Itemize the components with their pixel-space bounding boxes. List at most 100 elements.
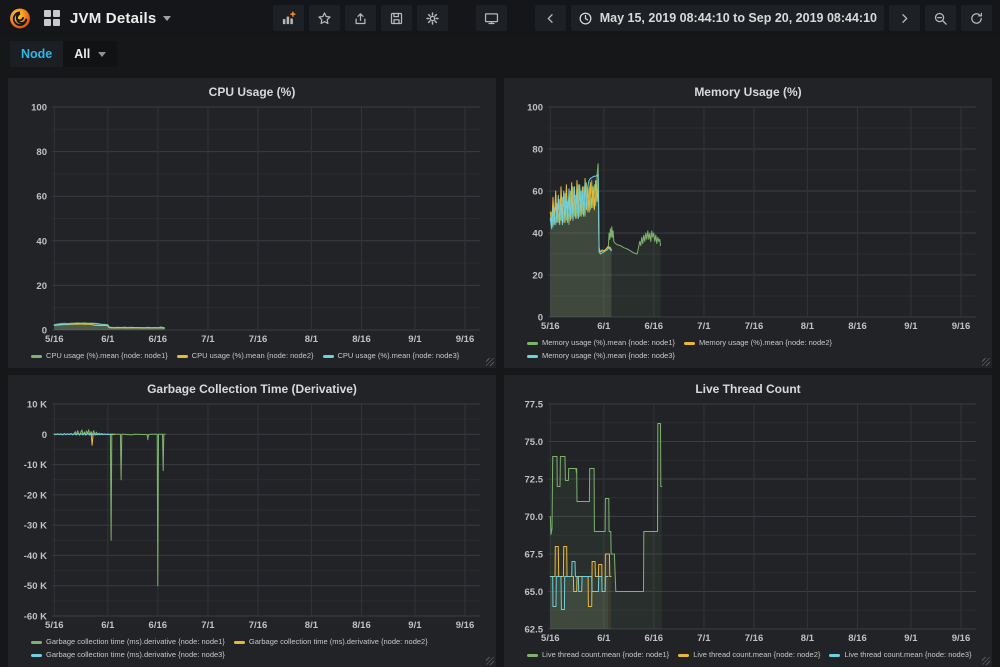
legend-series-swatch bbox=[527, 342, 538, 345]
chevron-right-icon bbox=[897, 11, 912, 26]
legend-series-label: Garbage collection time (ms).derivative … bbox=[46, 636, 225, 648]
add-panel-icon bbox=[281, 11, 296, 26]
star-button[interactable] bbox=[309, 5, 340, 31]
svg-text:9/16: 9/16 bbox=[456, 334, 475, 345]
monitor-icon bbox=[484, 11, 499, 26]
add-panel-button[interactable] bbox=[273, 5, 304, 31]
svg-text:7/16: 7/16 bbox=[249, 620, 268, 631]
svg-text:6/16: 6/16 bbox=[149, 620, 168, 631]
star-icon bbox=[317, 11, 332, 26]
legend-item[interactable]: Memory usage (%).mean {node: node2} bbox=[684, 337, 832, 349]
memory-usage-legend: Memory usage (%).mean {node: node1}Memor… bbox=[514, 334, 982, 363]
legend-series-label: Memory usage (%).mean {node: node1} bbox=[542, 337, 675, 349]
navbar-actions: May 15, 2019 08:44:10 to Sep 20, 2019 08… bbox=[273, 5, 992, 31]
legend-item[interactable]: Live thread count.mean {node: node2} bbox=[678, 649, 820, 661]
svg-text:7/1: 7/1 bbox=[697, 321, 711, 332]
panel-memory-usage: Memory Usage (%) 0204060801005/166/16/16… bbox=[504, 78, 992, 368]
zoom-out-button[interactable] bbox=[925, 5, 956, 31]
legend-series-label: Memory usage (%).mean {node: node2} bbox=[699, 337, 832, 349]
svg-text:80: 80 bbox=[36, 147, 47, 158]
cpu-usage-chart-area: 0204060801005/166/16/167/17/168/18/169/1… bbox=[18, 101, 486, 347]
svg-text:7/1: 7/1 bbox=[201, 620, 215, 631]
legend-series-swatch bbox=[323, 355, 334, 358]
dashboard-grid-icon[interactable] bbox=[44, 10, 60, 26]
svg-text:67.5: 67.5 bbox=[525, 550, 544, 561]
page-title: JVM Details bbox=[70, 10, 156, 27]
panel-title[interactable]: Memory Usage (%) bbox=[514, 82, 982, 101]
time-range-back-button[interactable] bbox=[535, 5, 566, 31]
gear-icon bbox=[425, 11, 440, 26]
refresh-button[interactable] bbox=[961, 5, 992, 31]
legend-series-label: Live thread count.mean {node: node2} bbox=[693, 649, 820, 661]
chevron-down-icon bbox=[163, 16, 171, 21]
legend-item[interactable]: Live thread count.mean {node: node3} bbox=[829, 649, 971, 661]
legend-series-label: Garbage collection time (ms).derivative … bbox=[249, 636, 428, 648]
time-picker-button[interactable]: May 15, 2019 08:44:10 to Sep 20, 2019 08… bbox=[571, 5, 884, 31]
svg-text:5/16: 5/16 bbox=[45, 334, 64, 345]
panel-resize-handle[interactable] bbox=[982, 358, 990, 366]
legend-item[interactable]: Garbage collection time (ms).derivative … bbox=[234, 636, 428, 648]
svg-text:5/16: 5/16 bbox=[45, 620, 64, 631]
panel-resize-handle[interactable] bbox=[982, 657, 990, 665]
live-thread-count-chart-area: 62.565.067.570.072.575.077.55/166/16/167… bbox=[514, 398, 982, 646]
panel-title[interactable]: Garbage Collection Time (Derivative) bbox=[18, 379, 486, 398]
cycle-view-button[interactable] bbox=[476, 5, 507, 31]
svg-text:9/1: 9/1 bbox=[904, 633, 918, 644]
svg-text:0: 0 bbox=[42, 430, 47, 441]
legend-item[interactable]: Memory usage (%).mean {node: node1} bbox=[527, 337, 675, 349]
svg-text:65.0: 65.0 bbox=[525, 587, 544, 598]
live-thread-count-legend: Live thread count.mean {node: node1} Live… bbox=[514, 646, 982, 662]
legend-series-swatch bbox=[234, 641, 245, 644]
legend-item[interactable]: CPU usage (%).mean {node: node2} bbox=[177, 350, 314, 362]
svg-text:9/16: 9/16 bbox=[952, 321, 971, 332]
legend-item[interactable]: Garbage collection time (ms).derivative … bbox=[31, 649, 225, 661]
cpu-usage-chart[interactable]: 0204060801005/166/16/167/17/168/18/169/1… bbox=[18, 101, 486, 347]
gc-time-legend: Garbage collection time (ms).derivative … bbox=[18, 633, 486, 662]
svg-text:5/16: 5/16 bbox=[541, 633, 560, 644]
svg-text:-20 K: -20 K bbox=[24, 490, 47, 501]
svg-text:6/16: 6/16 bbox=[645, 321, 664, 332]
zoom-out-icon bbox=[933, 11, 948, 26]
legend-item[interactable]: Garbage collection time (ms).derivative … bbox=[31, 636, 225, 648]
svg-text:20: 20 bbox=[36, 281, 47, 292]
legend-series-swatch bbox=[31, 641, 42, 644]
panel-gc-time: Garbage Collection Time (Derivative) 10 … bbox=[8, 375, 496, 667]
grafana-logo-icon[interactable] bbox=[8, 6, 32, 30]
svg-text:6/1: 6/1 bbox=[597, 633, 611, 644]
panel-title[interactable]: CPU Usage (%) bbox=[18, 82, 486, 101]
panel-resize-handle[interactable] bbox=[486, 358, 494, 366]
settings-button[interactable] bbox=[417, 5, 448, 31]
svg-text:-30 K: -30 K bbox=[24, 521, 47, 532]
legend-series-label: CPU usage (%).mean {node: node2} bbox=[192, 350, 314, 362]
dashboard-title-dropdown[interactable]: JVM Details bbox=[70, 10, 171, 27]
variable-node-dropdown[interactable]: Node All bbox=[10, 41, 117, 67]
svg-text:-10 K: -10 K bbox=[24, 460, 47, 471]
legend-series-label: Garbage collection time (ms).derivative … bbox=[46, 649, 225, 661]
share-button[interactable] bbox=[345, 5, 376, 31]
svg-text:7/16: 7/16 bbox=[745, 321, 764, 332]
legend-item[interactable]: CPU usage (%).mean {node: node3} bbox=[323, 350, 460, 362]
panel-title[interactable]: Live Thread Count bbox=[514, 379, 982, 398]
memory-usage-chart[interactable]: 0204060801005/166/16/167/17/168/18/169/1… bbox=[514, 101, 982, 334]
navbar: JVM Details bbox=[0, 0, 1000, 36]
refresh-icon bbox=[969, 11, 984, 26]
chevron-left-icon bbox=[543, 11, 558, 26]
gc-time-chart[interactable]: 10 K0-10 K-20 K-30 K-40 K-50 K-60 K5/166… bbox=[18, 398, 486, 633]
time-range-forward-button[interactable] bbox=[889, 5, 920, 31]
legend-item[interactable]: Live thread count.mean {node: node1} bbox=[527, 649, 669, 661]
save-icon bbox=[389, 11, 404, 26]
svg-text:8/1: 8/1 bbox=[305, 334, 319, 345]
save-button[interactable] bbox=[381, 5, 412, 31]
variable-label: Node bbox=[10, 41, 63, 67]
legend-item[interactable]: CPU usage (%).mean {node: node1} bbox=[31, 350, 168, 362]
legend-series-swatch bbox=[31, 355, 42, 358]
variable-value[interactable]: All bbox=[63, 41, 117, 67]
memory-usage-chart-area: 0204060801005/166/16/167/17/168/18/169/1… bbox=[514, 101, 982, 334]
live-thread-count-chart[interactable]: 62.565.067.570.072.575.077.55/166/16/167… bbox=[514, 398, 982, 646]
share-icon bbox=[353, 11, 368, 26]
legend-item[interactable]: Memory usage (%).mean {node: node3} bbox=[527, 350, 675, 362]
legend-series-label: CPU usage (%).mean {node: node3} bbox=[338, 350, 460, 362]
svg-text:75.0: 75.0 bbox=[525, 437, 544, 448]
panel-resize-handle[interactable] bbox=[486, 657, 494, 665]
svg-text:10 K: 10 K bbox=[27, 400, 47, 411]
